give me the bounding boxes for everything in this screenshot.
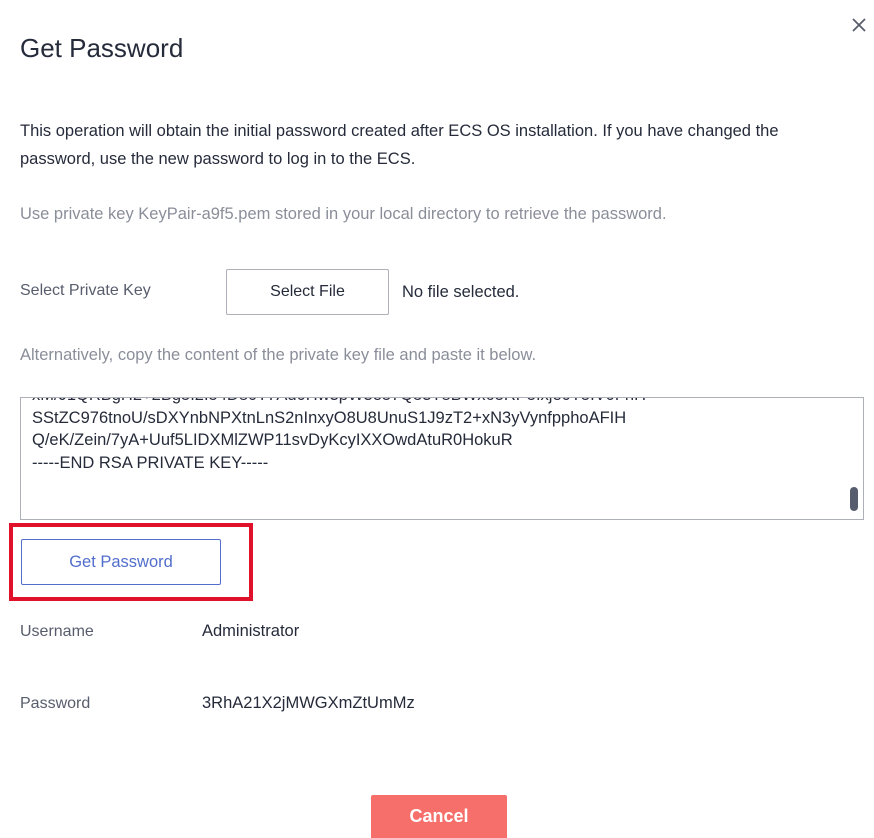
get-password-dialog: Get Password This operation will obtain … [0,0,874,838]
cancel-button[interactable]: Cancel [371,795,507,838]
file-status-text: No file selected. [402,283,520,301]
dialog-description: This operation will obtain the initial p… [20,122,779,168]
key-hint: Use private key KeyPair-a9f5.pem stored … [20,205,667,223]
password-label: Password [20,695,91,712]
get-password-button[interactable]: Get Password [21,539,221,585]
username-value: Administrator [202,622,300,640]
dialog-title: Get Password [20,33,184,63]
select-file-button[interactable]: Select File [226,269,389,315]
close-icon[interactable] [848,14,870,36]
private-key-textarea[interactable]: xM/J1QRBgH2+2Bg5I2I54D80T7Ad0Hw3pW3e57Q5… [20,397,864,520]
password-value: 3RhA21X2jMWGXmZtUmMz [202,694,415,712]
select-private-key-label: Select Private Key [20,282,151,299]
private-key-content: xM/J1QRBgH2+2Bg5I2I54D80T7Ad0Hw3pW3e57Q5… [32,398,646,472]
username-label: Username [20,623,94,640]
textarea-scrollbar[interactable] [850,487,858,511]
paste-hint: Alternatively, copy the content of the p… [20,346,537,364]
